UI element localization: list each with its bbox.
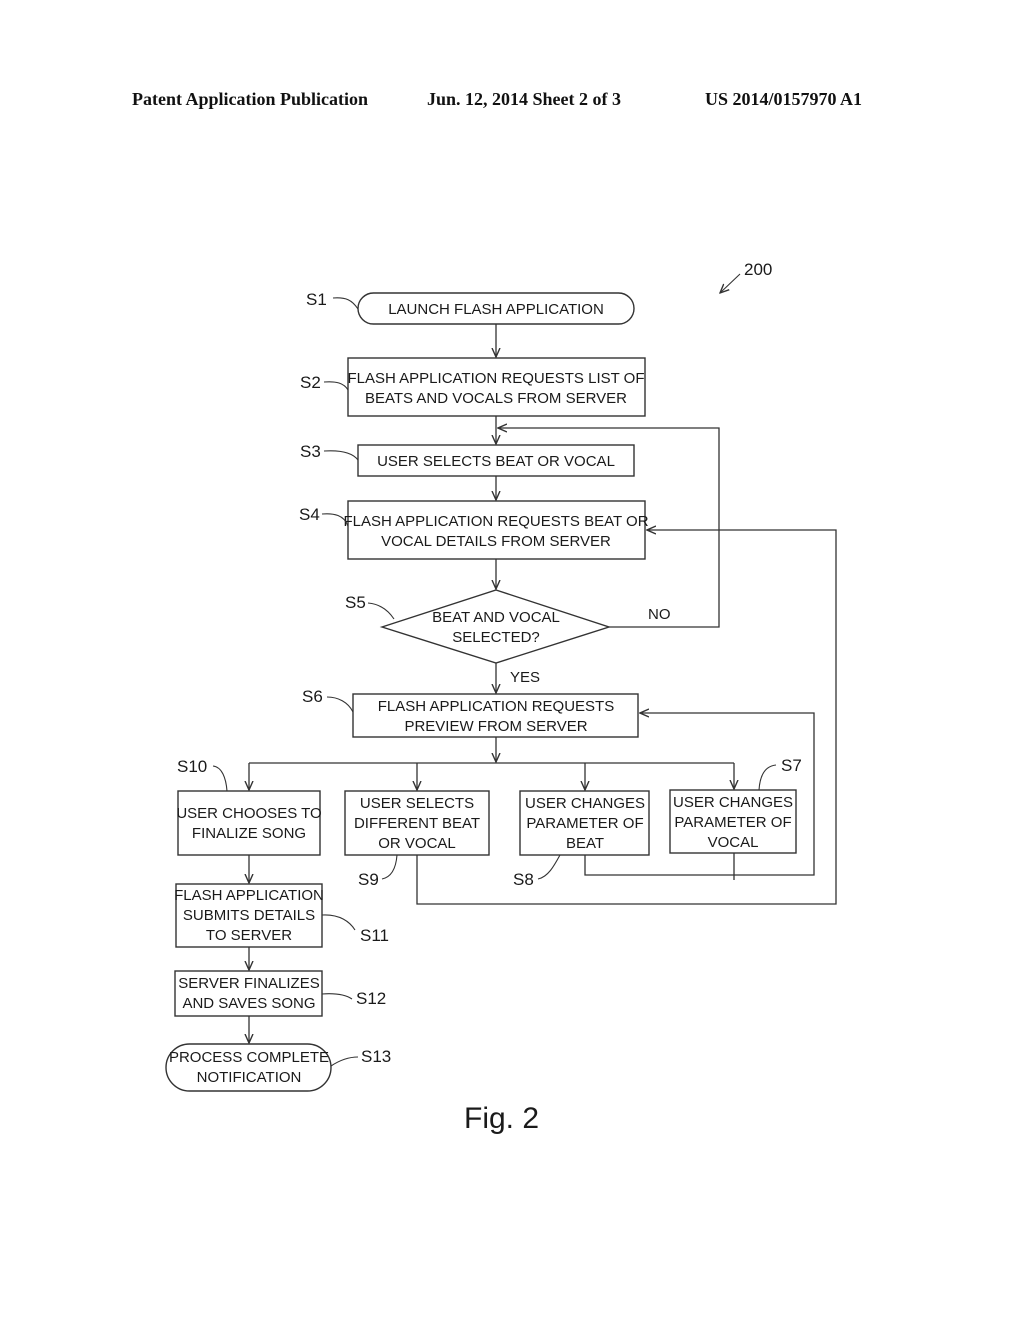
step-label-s3: S3 bbox=[300, 442, 321, 461]
leader-s3 bbox=[323, 450, 359, 461]
step-label-s9: S9 bbox=[358, 870, 379, 889]
node-s5-text-1: BEAT AND VOCAL bbox=[432, 609, 560, 626]
node-s9-text-3: OR VOCAL bbox=[378, 835, 456, 852]
node-s7-text-3: VOCAL bbox=[708, 834, 759, 851]
node-s8-text-1: USER CHANGES bbox=[525, 795, 645, 812]
branch-label-yes: YES bbox=[510, 669, 540, 686]
figure-label: Fig. 2 bbox=[464, 1102, 539, 1135]
reference-numeral: 200 bbox=[744, 260, 772, 279]
step-label-s13: S13 bbox=[361, 1047, 391, 1066]
step-label-s6: S6 bbox=[302, 687, 323, 706]
node-s6-text-2: PREVIEW FROM SERVER bbox=[404, 718, 587, 735]
node-s13-text-2: NOTIFICATION bbox=[197, 1069, 302, 1086]
leader-s12 bbox=[321, 993, 353, 1000]
node-s4-text-2: VOCAL DETAILS FROM SERVER bbox=[381, 533, 611, 550]
node-s6-text-1: FLASH APPLICATION REQUESTS bbox=[378, 698, 614, 715]
node-s5-shape bbox=[379, 589, 612, 664]
reference-arrow bbox=[720, 273, 741, 293]
flowchart: 200 LAUNCH FLASH APPLICATION FLASH APPLI… bbox=[165, 260, 837, 1135]
step-label-s11: S11 bbox=[360, 926, 389, 945]
node-s2-shape bbox=[347, 357, 646, 417]
node-s9-text-1: USER SELECTS bbox=[360, 795, 474, 812]
step-label-s2: S2 bbox=[300, 373, 321, 392]
node-s13-text-1: PROCESS COMPLETE bbox=[169, 1049, 329, 1066]
leader-s7 bbox=[758, 764, 777, 791]
node-s3-text: USER SELECTS BEAT OR VOCAL bbox=[377, 453, 615, 470]
node-s11-text-1: FLASH APPLICATION bbox=[174, 887, 324, 904]
step-label-s5: S5 bbox=[345, 593, 366, 612]
node-s10-shape bbox=[177, 790, 321, 856]
leader-s13 bbox=[330, 1056, 359, 1067]
leader-s2 bbox=[323, 381, 349, 391]
step-label-s12: S12 bbox=[356, 989, 386, 1008]
node-s7-text-1: USER CHANGES bbox=[673, 794, 793, 811]
node-s2-text-1: FLASH APPLICATION REQUESTS LIST OF bbox=[347, 370, 644, 387]
leader-s11 bbox=[321, 914, 356, 931]
node-s4-text-1: FLASH APPLICATION REQUESTS BEAT OR bbox=[343, 513, 648, 530]
step-label-s1: S1 bbox=[306, 290, 327, 309]
leader-s10 bbox=[212, 765, 228, 792]
node-s11-text-2: SUBMITS DETAILS bbox=[183, 907, 315, 924]
node-s8-text-3: BEAT bbox=[566, 835, 604, 852]
leader-s9 bbox=[381, 854, 398, 880]
node-s5-text-2: SELECTED? bbox=[452, 629, 540, 646]
step-label-s8: S8 bbox=[513, 870, 534, 889]
node-s7-text-2: PARAMETER OF bbox=[674, 814, 791, 831]
node-s2-text-2: BEATS AND VOCALS FROM SERVER bbox=[365, 390, 627, 407]
leader-s1 bbox=[332, 297, 359, 310]
node-s10-text-2: FINALIZE SONG bbox=[192, 825, 306, 842]
branch-label-no: NO bbox=[648, 606, 671, 623]
node-s12-text-1: SERVER FINALIZES bbox=[178, 975, 319, 992]
leader-s6 bbox=[326, 696, 354, 713]
step-label-s7: S7 bbox=[781, 756, 802, 775]
leader-s5 bbox=[367, 602, 395, 620]
node-s4-shape bbox=[347, 500, 646, 560]
step-label-s4: S4 bbox=[299, 505, 320, 524]
node-s11-text-3: TO SERVER bbox=[206, 927, 292, 944]
node-s9-text-2: DIFFERENT BEAT bbox=[354, 815, 480, 832]
node-s8-text-2: PARAMETER OF bbox=[526, 815, 643, 832]
node-s12-text-2: AND SAVES SONG bbox=[182, 995, 315, 1012]
leader-s8 bbox=[537, 854, 561, 880]
node-s10-text-1: USER CHOOSES TO bbox=[176, 805, 321, 822]
node-s1-text: LAUNCH FLASH APPLICATION bbox=[388, 301, 604, 318]
step-label-s10: S10 bbox=[177, 757, 207, 776]
